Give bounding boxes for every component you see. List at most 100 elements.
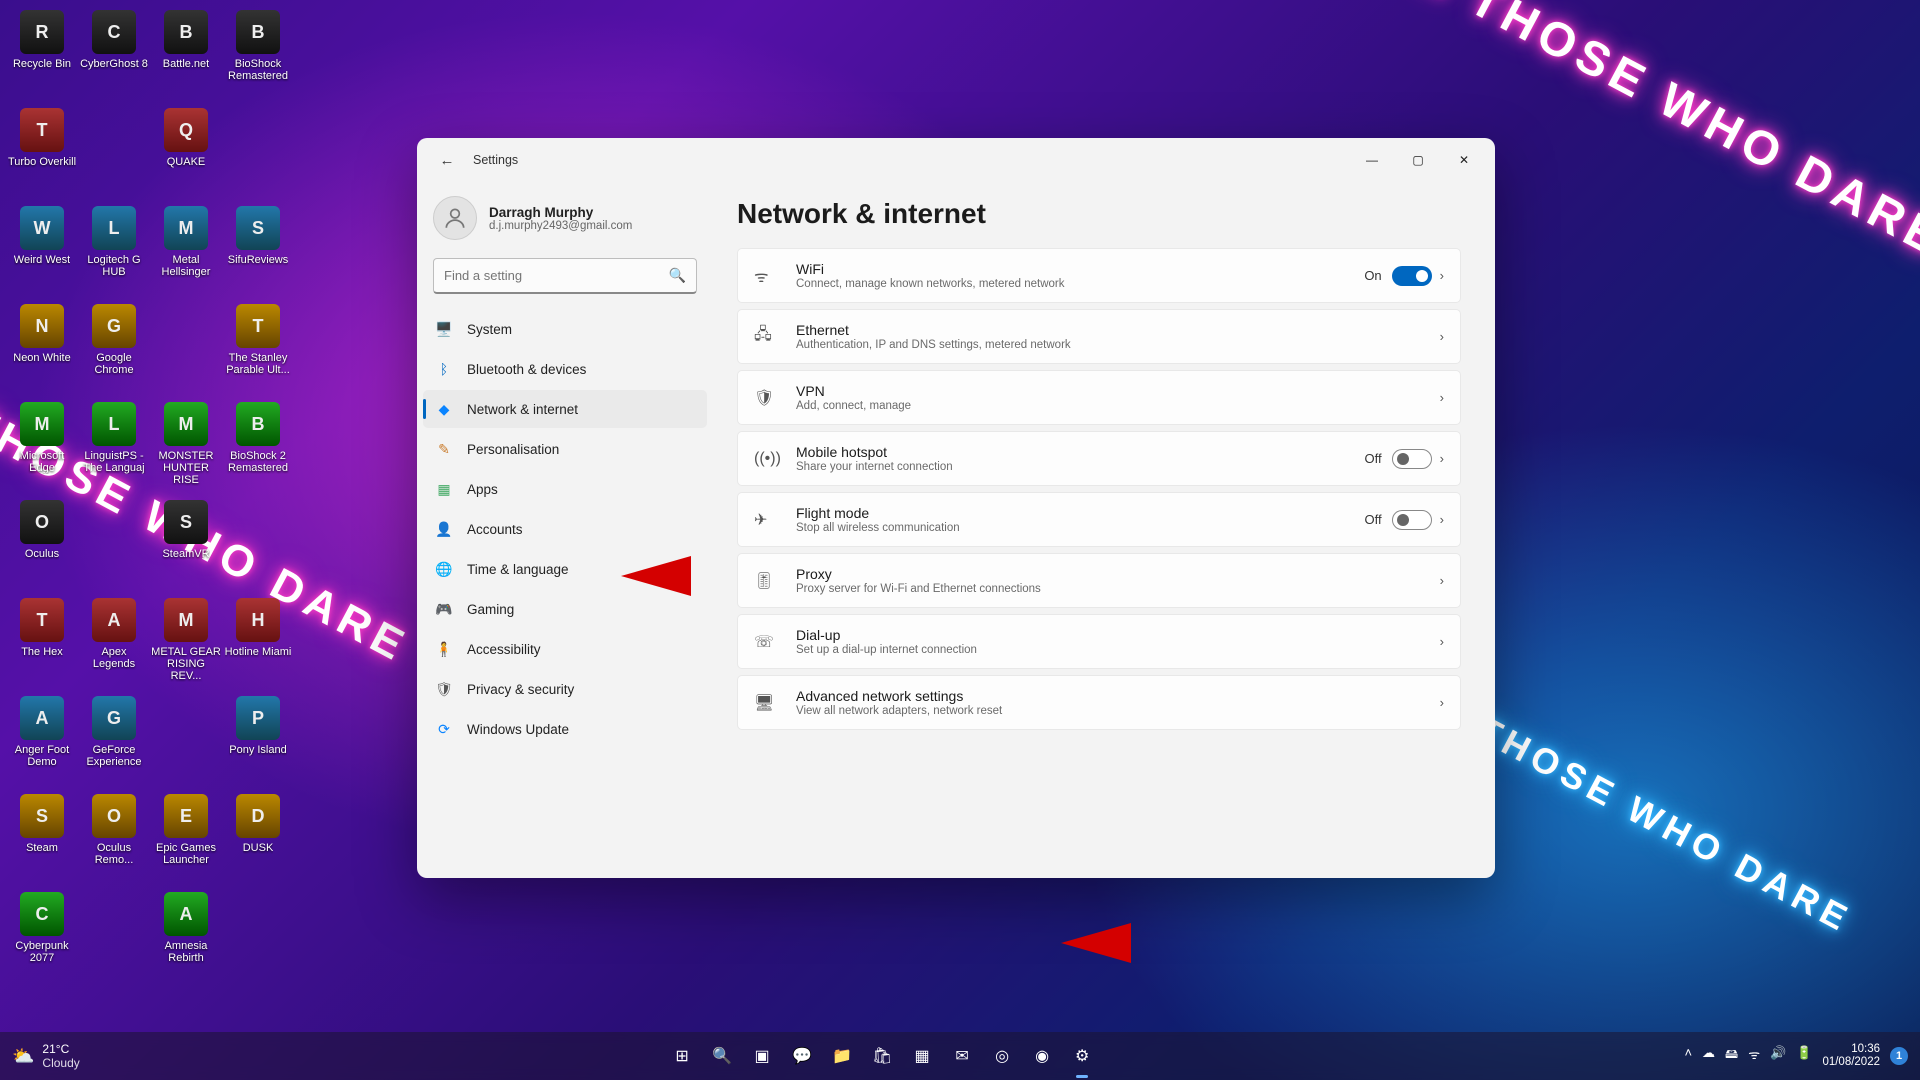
taskbar-steam-button[interactable]: ◉ xyxy=(1026,1040,1058,1072)
desktop-icon[interactable]: MMicrosoft Edge xyxy=(6,398,78,496)
app-icon: T xyxy=(20,108,64,152)
desktop-icon[interactable]: GGoogle Chrome xyxy=(78,300,150,398)
desktop-icon[interactable]: TThe Hex xyxy=(6,594,78,692)
desktop-icon[interactable]: MMONSTER HUNTER RISE xyxy=(150,398,222,496)
desktop-icon[interactable]: BBioShock 2 Remastered xyxy=(222,398,294,496)
desktop-icon[interactable]: HHotline Miami xyxy=(222,594,294,692)
setting-card-vpn[interactable]: 🛡VPNAdd, connect, manage› xyxy=(737,370,1461,425)
account-name: Darragh Murphy xyxy=(489,205,632,220)
desktop-icon[interactable]: MMETAL GEAR RISING REV... xyxy=(150,594,222,692)
window-title: Settings xyxy=(473,153,518,167)
desktop-icon[interactable]: MMetal Hellsinger xyxy=(150,202,222,300)
taskbar-store-button[interactable]: 🛍 xyxy=(866,1040,898,1072)
maximize-button[interactable]: ▢ xyxy=(1395,143,1441,177)
desktop-icon[interactable]: GGeForce Experience xyxy=(78,692,150,790)
account-header[interactable]: Darragh Murphy d.j.murphy2493@gmail.com xyxy=(423,192,707,254)
sidebar-item-accounts[interactable]: 👤Accounts xyxy=(423,510,707,548)
desktop-icon[interactable]: LLinguistPS - The Languaj xyxy=(78,398,150,496)
desktop-icon[interactable]: PPony Island xyxy=(222,692,294,790)
setting-card-flight-mode[interactable]: ✈Flight modeStop all wireless communicat… xyxy=(737,492,1461,547)
taskbar-clock[interactable]: 10:36 01/08/2022 xyxy=(1822,1043,1880,1069)
desktop-icon[interactable]: SSteam xyxy=(6,790,78,888)
sidebar-item-accessibility[interactable]: 🧍Accessibility xyxy=(423,630,707,668)
taskbar-weather[interactable]: ⛅ 21°C Cloudy xyxy=(12,1042,80,1070)
setting-card-mobile-hotspot[interactable]: ((•))Mobile hotspotShare your internet c… xyxy=(737,431,1461,486)
desktop-icon[interactable]: SSteamVR xyxy=(150,496,222,594)
tray-icon[interactable]: ˄ xyxy=(1684,1045,1692,1067)
desktop-icon[interactable]: AAmnesia Rebirth xyxy=(150,888,222,986)
tray-icon[interactable]: 🖴 xyxy=(1725,1045,1738,1067)
close-button[interactable]: ✕ xyxy=(1441,143,1487,177)
taskbar-explorer-button[interactable]: 📁 xyxy=(826,1040,858,1072)
desktop-icon[interactable]: OOculus xyxy=(6,496,78,594)
card-icon: 🛡 xyxy=(754,388,778,408)
desktop-icon[interactable]: OOculus Remo... xyxy=(78,790,150,888)
taskbar-search-button[interactable]: 🔍 xyxy=(706,1040,738,1072)
desktop-icon[interactable]: RRecycle Bin xyxy=(6,6,78,104)
app-icon: T xyxy=(236,304,280,348)
desktop-icon[interactable]: TTurbo Overkill xyxy=(6,104,78,202)
desktop-icon[interactable]: EEpic Games Launcher xyxy=(150,790,222,888)
minimize-button[interactable]: — xyxy=(1349,143,1395,177)
setting-card-wifi[interactable]: ᯤWiFiConnect, manage known networks, met… xyxy=(737,248,1461,303)
back-button[interactable]: ← xyxy=(433,146,461,174)
desktop-icon[interactable]: CCyberGhost 8 xyxy=(78,6,150,104)
card-title: VPN xyxy=(796,383,1432,399)
desktop-icon[interactable]: LLogitech G HUB xyxy=(78,202,150,300)
desktop-icon[interactable]: WWeird West xyxy=(6,202,78,300)
sidebar-item-bluetooth-devices[interactable]: ᛒBluetooth & devices xyxy=(423,350,707,388)
account-email: d.j.murphy2493@gmail.com xyxy=(489,220,632,232)
desktop-icon[interactable]: CCyberpunk 2077 xyxy=(6,888,78,986)
tray-icon[interactable]: ᯤ xyxy=(1748,1045,1760,1067)
taskbar-clipchamp-button[interactable]: ▦ xyxy=(906,1040,938,1072)
desktop-icon-label: SifuReviews xyxy=(228,254,289,266)
toggle-switch[interactable] xyxy=(1392,266,1432,286)
app-icon: O xyxy=(20,500,64,544)
taskbar-start-button[interactable]: ⊞ xyxy=(666,1040,698,1072)
desktop-icon[interactable]: BBioShock Remastered xyxy=(222,6,294,104)
setting-card-dial-up[interactable]: ☏Dial-upSet up a dial-up internet connec… xyxy=(737,614,1461,669)
toggle-switch[interactable] xyxy=(1392,510,1432,530)
sidebar-item-personalisation[interactable]: ✎Personalisation xyxy=(423,430,707,468)
taskbar-taskview-button[interactable]: ▣ xyxy=(746,1040,778,1072)
tray-icon[interactable]: 🔋 xyxy=(1796,1045,1812,1067)
desktop-icon[interactable]: NNeon White xyxy=(6,300,78,398)
card-subtitle: Proxy server for Wi-Fi and Ethernet conn… xyxy=(796,583,1432,595)
card-title: Mobile hotspot xyxy=(796,444,1365,460)
sidebar-item-time-language[interactable]: 🌐Time & language xyxy=(423,550,707,588)
setting-card-advanced-network-settings[interactable]: 🖥Advanced network settingsView all netwo… xyxy=(737,675,1461,730)
sidebar-item-apps[interactable]: ▦Apps xyxy=(423,470,707,508)
setting-card-proxy[interactable]: 🎚ProxyProxy server for Wi-Fi and Etherne… xyxy=(737,553,1461,608)
weather-cond: Cloudy xyxy=(42,1056,79,1070)
search-input[interactable] xyxy=(444,268,669,283)
card-subtitle: Set up a dial-up internet connection xyxy=(796,644,1432,656)
sidebar-item-gaming[interactable]: 🎮Gaming xyxy=(423,590,707,628)
sidebar-item-privacy-security[interactable]: 🛡Privacy & security xyxy=(423,670,707,708)
notification-badge[interactable]: 1 xyxy=(1890,1047,1908,1065)
tray-icon[interactable]: ☁ xyxy=(1702,1045,1715,1067)
setting-card-ethernet[interactable]: 🖧EthernetAuthentication, IP and DNS sett… xyxy=(737,309,1461,364)
sidebar-item-network-internet[interactable]: ◆Network & internet xyxy=(423,390,707,428)
tray-icon[interactable]: 🔊 xyxy=(1770,1045,1786,1067)
desktop-icon[interactable]: BBattle.net xyxy=(150,6,222,104)
sidebar-item-windows-update[interactable]: ⟳Windows Update xyxy=(423,710,707,748)
desktop-icon[interactable]: AApex Legends xyxy=(78,594,150,692)
desktop-icon[interactable]: DDUSK xyxy=(222,790,294,888)
desktop-icon-label: Battle.net xyxy=(163,58,209,70)
taskbar-mail-button[interactable]: ✉ xyxy=(946,1040,978,1072)
taskbar-chat-button[interactable]: 💬 xyxy=(786,1040,818,1072)
settings-window: ← Settings — ▢ ✕ Darragh Murphy d.j.murp… xyxy=(417,138,1495,878)
taskbar-chrome-button[interactable]: ◎ xyxy=(986,1040,1018,1072)
toggle-status: Off xyxy=(1365,451,1382,466)
desktop-icon-label: The Hex xyxy=(21,646,63,658)
settings-search[interactable]: 🔍 xyxy=(433,258,697,294)
desktop-icon[interactable]: QQUAKE xyxy=(150,104,222,202)
nav-icon: 🖥️ xyxy=(435,321,453,338)
taskbar-settings-button[interactable]: ⚙ xyxy=(1066,1040,1098,1072)
desktop-icon[interactable]: AAnger Foot Demo xyxy=(6,692,78,790)
desktop-icon[interactable]: TThe Stanley Parable Ult... xyxy=(222,300,294,398)
toggle-switch[interactable] xyxy=(1392,449,1432,469)
sidebar-item-system[interactable]: 🖥️System xyxy=(423,310,707,348)
system-tray[interactable]: ˄ ☁ 🖴 ᯤ 🔊 🔋 xyxy=(1684,1045,1812,1067)
desktop-icon[interactable]: SSifuReviews xyxy=(222,202,294,300)
